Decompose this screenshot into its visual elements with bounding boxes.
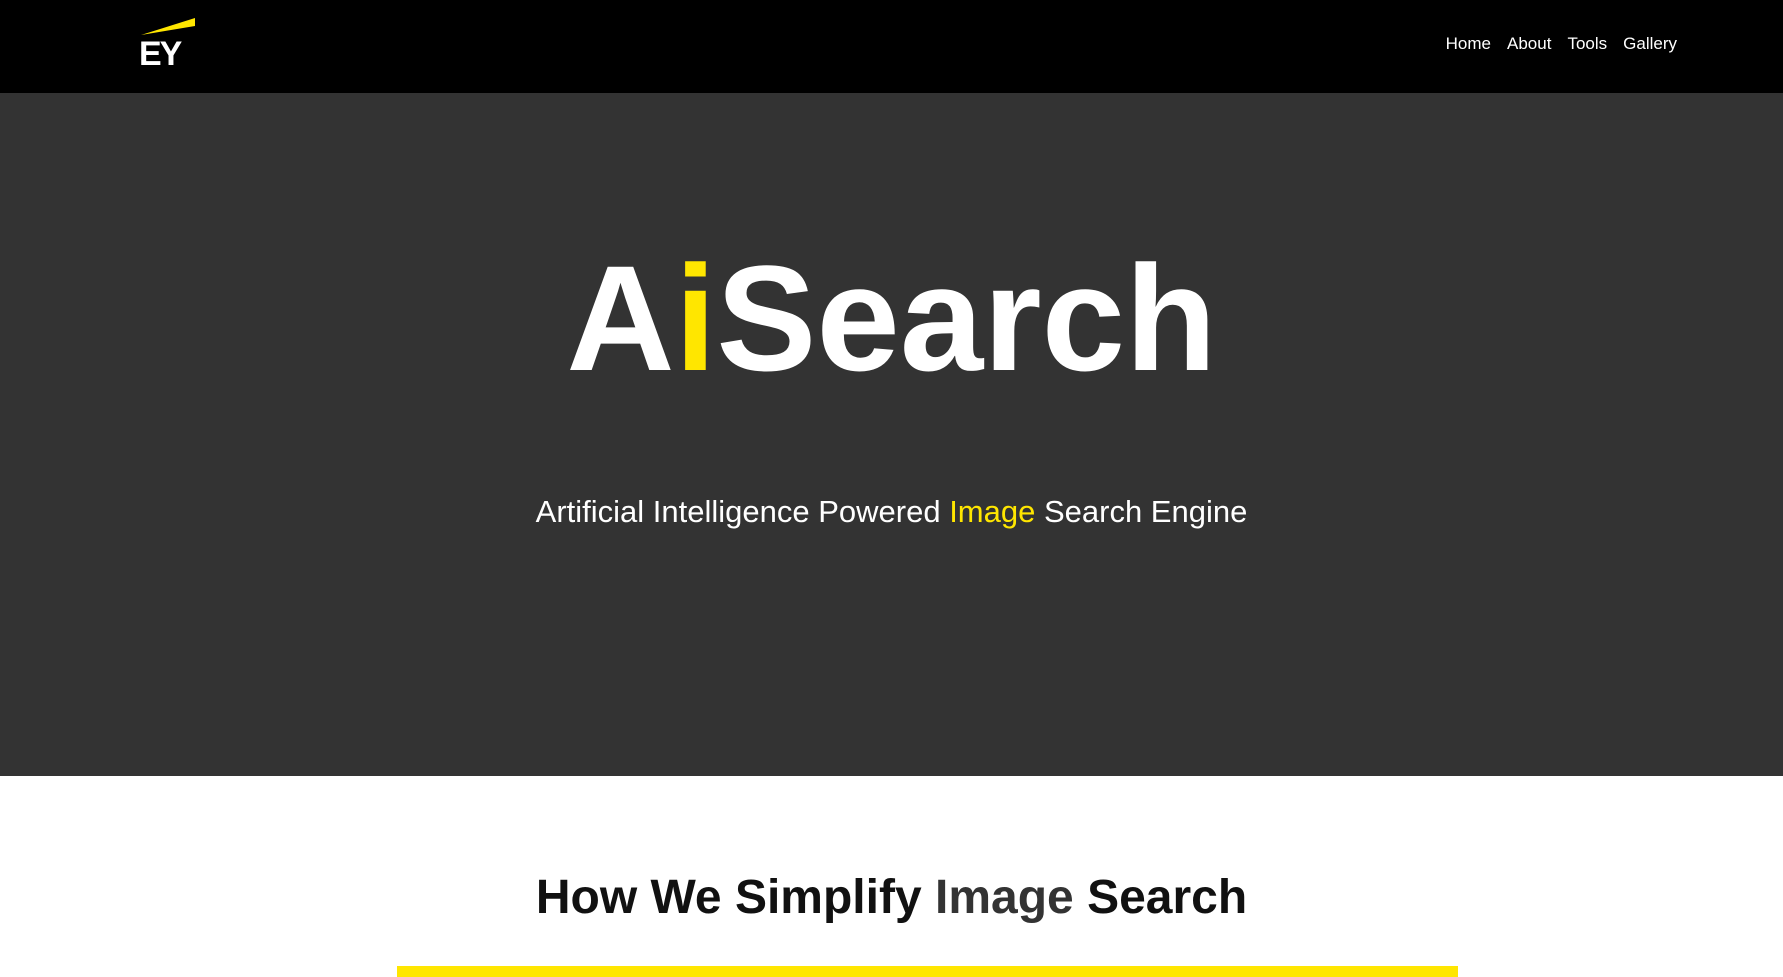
section-heading-muted: Image: [935, 871, 1074, 924]
hero-subtitle-part2: Search Engine: [1035, 494, 1248, 529]
main-nav: Home About Tools Gallery: [1446, 34, 1677, 54]
ey-logo[interactable]: EY: [139, 17, 195, 73]
hero-title-part2: Search: [716, 234, 1217, 402]
nav-tools-link[interactable]: Tools: [1567, 34, 1607, 54]
section-heading-part1: How We Simplify: [535, 871, 935, 924]
logo-stripe-icon: [141, 18, 195, 35]
yellow-divider-bar: [397, 966, 1458, 977]
section-heading: How We Simplify Image Search: [0, 870, 1783, 926]
hero-subtitle: Artificial Intelligence Powered Image Se…: [0, 494, 1783, 530]
nav-home-link[interactable]: Home: [1446, 34, 1491, 54]
hero-section: AiSearch Artificial Intelligence Powered…: [0, 93, 1783, 776]
section-heading-part2: Search: [1073, 871, 1248, 924]
top-navbar: EY Home About Tools Gallery: [0, 0, 1783, 93]
hero-title-accent: i: [674, 234, 717, 402]
hero-title-part1: A: [566, 234, 675, 402]
nav-gallery-link[interactable]: Gallery: [1623, 34, 1677, 54]
nav-about-link[interactable]: About: [1507, 34, 1551, 54]
hero-title: AiSearch: [0, 243, 1783, 393]
hero-subtitle-accent: Image: [949, 494, 1036, 529]
logo-text: EY: [139, 35, 182, 73]
hero-subtitle-part1: Artificial Intelligence Powered: [535, 494, 950, 529]
